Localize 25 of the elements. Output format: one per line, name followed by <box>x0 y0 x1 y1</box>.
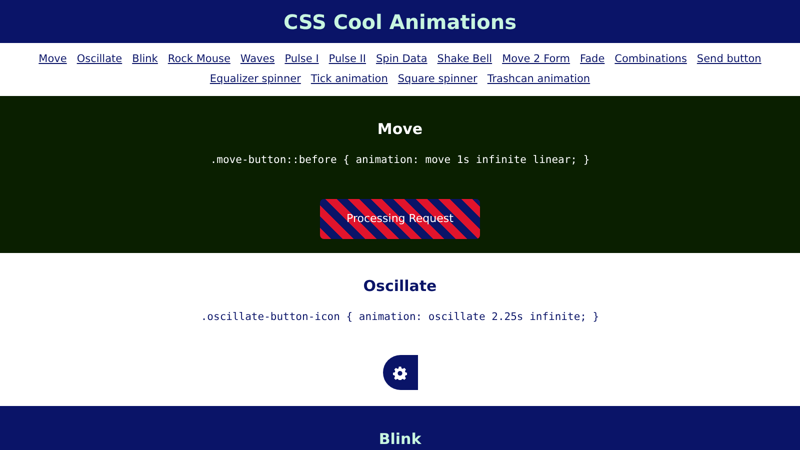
settings-icon <box>393 366 407 380</box>
nav-link[interactable]: Square spinner <box>398 72 478 88</box>
code-snippet: .oscillate-button-icon { animation: oscillate 2.25s infinite; } <box>200 310 600 324</box>
nav-link[interactable]: Shake Bell <box>437 52 492 68</box>
nav-link[interactable]: Blink <box>132 52 158 68</box>
nav-link[interactable]: Pulse I <box>284 52 319 68</box>
nav-link[interactable]: Tick animation <box>310 72 388 88</box>
nav-link[interactable]: Rock Mouse <box>168 52 230 68</box>
nav-link[interactable]: Combinations <box>614 52 687 68</box>
nav-link[interactable]: Move <box>38 52 67 68</box>
section-title: Oscillate <box>363 276 437 297</box>
section-title: Move <box>377 119 423 140</box>
nav-link[interactable]: Equalizer spinner <box>210 72 301 88</box>
page-title: CSS Cool Animations <box>283 8 517 36</box>
settings-button[interactable] <box>382 355 418 390</box>
nav-link[interactable]: Pulse II <box>328 52 366 68</box>
nav-link[interactable]: Trashcan animation <box>487 72 590 88</box>
nav-link[interactable]: Spin Data <box>376 52 428 68</box>
code-snippet: .move-button::before { animation: move 1s infinite linear; } <box>210 152 590 168</box>
nav-link[interactable]: Move 2 Form <box>502 52 570 68</box>
nav-link[interactable]: Fade <box>580 52 605 68</box>
nav-link[interactable]: Oscillate <box>76 52 122 68</box>
section-title: Blink <box>378 429 422 450</box>
nav-link[interactable]: Send button <box>696 52 762 68</box>
nav-link[interactable]: Waves <box>240 52 275 68</box>
